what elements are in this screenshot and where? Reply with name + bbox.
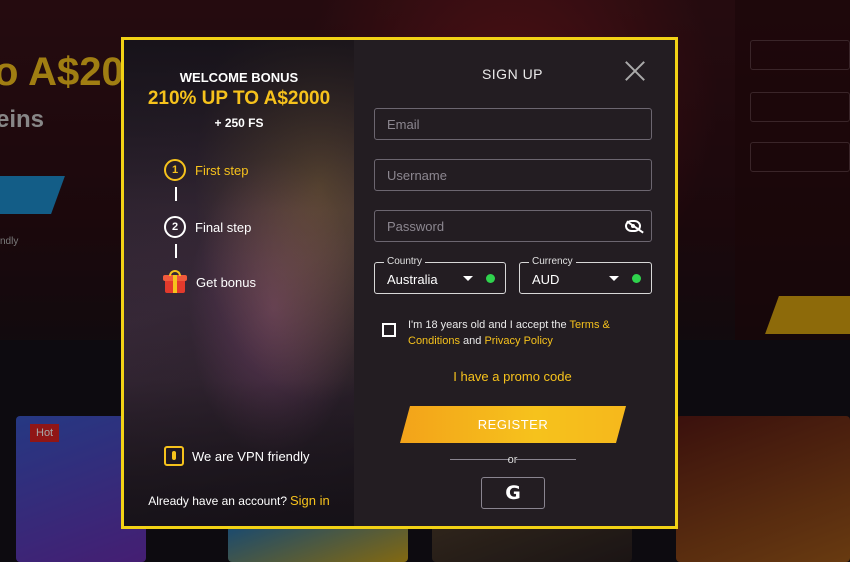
vpn-text: We are VPN friendly xyxy=(192,448,310,464)
sign-in-link[interactable]: Sign in xyxy=(290,493,330,508)
country-value: Australia xyxy=(387,272,438,287)
vpn-key-icon xyxy=(164,446,184,466)
step-connector xyxy=(175,187,177,201)
step-get-bonus: Get bonus xyxy=(163,270,256,294)
divider-line xyxy=(516,459,576,460)
agree-text: I'm 18 years old and I accept the Terms … xyxy=(408,317,648,349)
status-dot-icon xyxy=(632,274,641,283)
register-button[interactable]: REGISTER xyxy=(400,406,626,443)
currency-select[interactable]: Currency AUD xyxy=(519,256,652,294)
email-input[interactable] xyxy=(375,109,651,139)
signup-modal: WELCOME BONUS 210% UP TO A$2000 + 250 FS… xyxy=(121,37,678,529)
agree-prefix: I'm 18 years old and I accept the xyxy=(408,319,567,331)
age-terms-agreement: I'm 18 years old and I accept the Terms … xyxy=(382,317,648,349)
step-number-icon: 2 xyxy=(164,216,186,238)
bonus-free-spins: + 250 FS xyxy=(214,116,264,130)
password-field[interactable] xyxy=(374,210,652,242)
step-first: 1 First step xyxy=(164,159,248,181)
agree-checkbox[interactable] xyxy=(382,323,396,337)
status-dot-icon xyxy=(486,274,495,283)
or-separator: or xyxy=(507,454,518,466)
existing-account-prompt: Already have an account? Sign in xyxy=(124,493,354,508)
promo-code-link[interactable]: I have a promo code xyxy=(354,369,671,384)
step-number-icon: 1 xyxy=(164,159,186,181)
google-icon: G xyxy=(505,482,521,504)
bonus-amount: 210% UP TO A$2000 xyxy=(147,88,331,109)
password-input[interactable] xyxy=(375,211,651,241)
username-field[interactable] xyxy=(374,159,652,191)
country-label: Country xyxy=(384,256,426,267)
chevron-down-icon xyxy=(609,276,619,281)
step-label: Get bonus xyxy=(196,274,256,290)
bonus-title: WELCOME BONUS xyxy=(179,70,299,85)
hide-password-icon[interactable] xyxy=(625,220,641,232)
currency-value: AUD xyxy=(532,272,560,287)
google-signin-button[interactable]: G xyxy=(481,477,545,509)
privacy-link[interactable]: Privacy Policy xyxy=(484,335,552,347)
close-icon[interactable] xyxy=(624,60,646,82)
promo-panel: WELCOME BONUS 210% UP TO A$2000 + 250 FS… xyxy=(124,40,354,526)
gift-icon xyxy=(163,270,187,294)
currency-label: Currency xyxy=(529,256,576,267)
email-field[interactable] xyxy=(374,108,652,140)
step-label: First step xyxy=(195,162,249,178)
step-connector xyxy=(175,244,177,258)
country-select[interactable]: Country Australia xyxy=(374,256,506,294)
signup-form: SIGN UP Country Australia Currency AUD xyxy=(354,40,675,526)
vpn-note: We are VPN friendly xyxy=(164,446,310,466)
agree-and: and xyxy=(463,335,482,347)
account-text: Already have an account? xyxy=(148,494,287,508)
username-input[interactable] xyxy=(375,160,651,190)
step-label: Final step xyxy=(195,219,252,235)
chevron-down-icon xyxy=(463,276,473,281)
step-final: 2 Final step xyxy=(164,216,251,238)
